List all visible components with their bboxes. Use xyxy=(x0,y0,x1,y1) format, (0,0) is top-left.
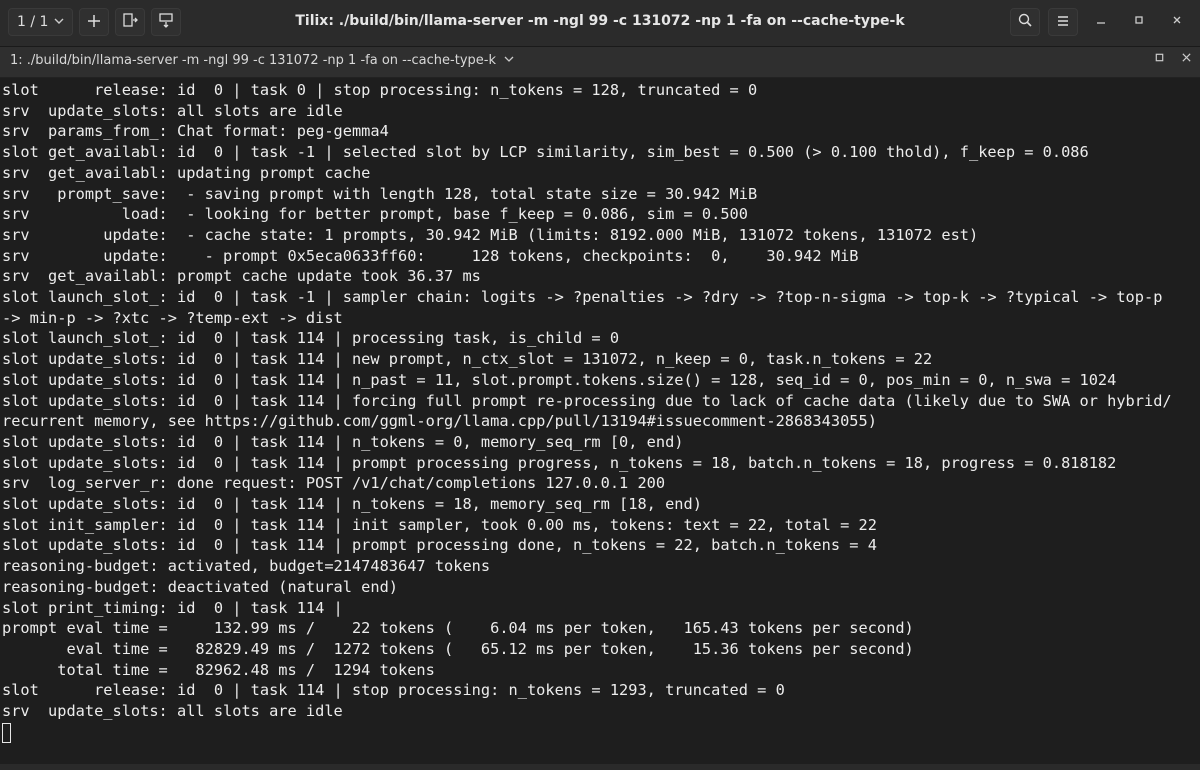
chevron-down-icon xyxy=(54,14,64,30)
terminal-line: srv update_slots: all slots are idle xyxy=(2,101,343,120)
terminal-tab[interactable]: 1: ./build/bin/llama-server -m -ngl 99 -… xyxy=(10,53,514,68)
title-bar-left-controls: 1 / 1 xyxy=(8,8,182,36)
terminal-line: srv get_availabl: updating prompt cache xyxy=(2,163,371,182)
split-right-icon xyxy=(122,12,139,32)
terminal-line: slot update_slots: id 0 | task 114 | new… xyxy=(2,350,933,369)
terminal-line: slot update_slots: id 0 | task 114 | n_p… xyxy=(2,370,1117,389)
terminal-line: slot get_availabl: id 0 | task -1 | sele… xyxy=(2,143,1089,162)
terminal-line: srv prompt_save: - saving prompt with le… xyxy=(2,184,758,203)
search-icon xyxy=(1017,12,1033,32)
split-down-button[interactable] xyxy=(151,8,182,36)
session-switcher-button[interactable]: 1 / 1 xyxy=(8,8,74,36)
terminal-line: eval time = 82829.49 ms / 1272 tokens ( … xyxy=(2,639,914,658)
menu-button[interactable] xyxy=(1048,8,1078,36)
terminal-line: srv get_availabl: prompt cache update to… xyxy=(2,267,481,286)
close-icon xyxy=(1181,52,1192,67)
terminal-line: slot print_timing: id 0 | task 114 | xyxy=(2,598,343,617)
terminal-line: slot release: id 0 | task 114 | stop pro… xyxy=(2,681,785,700)
terminal-tab-title: 1: ./build/bin/llama-server -m -ngl 99 -… xyxy=(10,53,496,68)
split-right-button[interactable] xyxy=(115,8,146,36)
terminal-line: srv params_from_: Chat format: peg-gemma… xyxy=(2,122,389,141)
terminal-line: reasoning-budget: activated, budget=2147… xyxy=(2,557,491,576)
maximize-icon xyxy=(1133,14,1145,30)
terminal-close-button[interactable] xyxy=(1181,52,1192,67)
terminal-line: total time = 82962.48 ms / 1294 tokens xyxy=(2,660,435,679)
minimize-icon xyxy=(1095,14,1107,30)
terminal-line: prompt eval time = 132.99 ms / 22 tokens… xyxy=(2,619,914,638)
search-button[interactable] xyxy=(1010,8,1040,36)
hamburger-menu-icon xyxy=(1056,13,1070,32)
maximize-button[interactable] xyxy=(1124,8,1154,36)
split-down-icon xyxy=(158,12,174,32)
title-bar-right-controls xyxy=(1010,8,1192,36)
terminal-line: slot update_slots: id 0 | task 114 | pro… xyxy=(2,536,877,555)
maximize-icon xyxy=(1154,52,1165,67)
terminal-line: recurrent memory, see https://github.com… xyxy=(2,412,877,431)
terminal-output[interactable]: slot release: id 0 | task 0 | stop proce… xyxy=(0,79,1200,764)
terminal-line: -> min-p -> ?xtc -> ?temp-ext -> dist xyxy=(2,308,343,327)
terminal-line: slot launch_slot_: id 0 | task -1 | samp… xyxy=(2,288,1163,306)
terminal-line: srv log_server_r: done request: POST /v1… xyxy=(2,474,666,493)
terminal-line: srv update: - prompt 0x5eca0633ff60: 128… xyxy=(2,246,859,265)
terminal-line: slot release: id 0 | task 0 | stop proce… xyxy=(2,81,758,99)
session-counter: 1 / 1 xyxy=(17,14,49,30)
terminal-line: srv update: - cache state: 1 prompts, 30… xyxy=(2,225,979,244)
chevron-down-icon[interactable] xyxy=(504,53,514,68)
bottom-border xyxy=(0,764,1200,770)
terminal-line: slot update_slots: id 0 | task 114 | n_t… xyxy=(2,495,702,513)
close-icon xyxy=(1171,14,1183,30)
terminal-line: srv update_slots: all slots are idle xyxy=(2,702,343,720)
terminal-line: slot update_slots: id 0 | task 114 | for… xyxy=(2,391,1172,410)
terminal-line: slot update_slots: id 0 | task 114 | pro… xyxy=(2,453,1117,472)
terminal-line: reasoning-budget: deactivated (natural e… xyxy=(2,577,399,596)
terminal-maximize-button[interactable] xyxy=(1154,52,1165,67)
terminal-line: srv load: - looking for better prompt, b… xyxy=(2,205,748,224)
terminal-cursor xyxy=(2,722,11,743)
terminal-tab-controls xyxy=(1154,52,1192,67)
terminal-line: slot update_slots: id 0 | task 114 | n_t… xyxy=(2,432,684,451)
plus-icon xyxy=(87,13,101,32)
terminal-line: slot launch_slot_: id 0 | task 114 | pro… xyxy=(2,329,620,348)
close-button[interactable] xyxy=(1162,8,1192,36)
add-session-button[interactable] xyxy=(79,8,110,36)
terminal-tab-bar: 1: ./build/bin/llama-server -m -ngl 99 -… xyxy=(0,47,1200,78)
title-bar: 1 / 1 Tilix: ./build/bin/llama-server -m… xyxy=(0,0,1200,47)
terminal-line: slot init_sampler: id 0 | task 114 | ini… xyxy=(2,515,877,534)
minimize-button[interactable] xyxy=(1086,8,1116,36)
